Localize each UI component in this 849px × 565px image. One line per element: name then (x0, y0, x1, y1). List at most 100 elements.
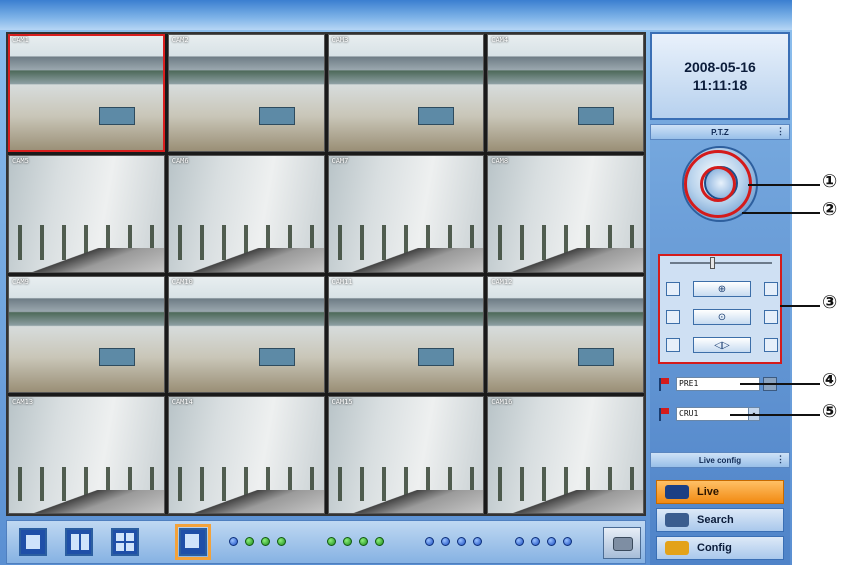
camera-view-10[interactable]: CAM10 (167, 275, 325, 394)
layout-2-button[interactable] (65, 528, 93, 556)
callout-5: ⑤ (822, 401, 838, 422)
callout-4: ④ (822, 370, 838, 391)
channel-group-1 (229, 537, 286, 546)
zoom-row: ⊕ (666, 280, 778, 298)
camera-view-4[interactable]: CAM4 (487, 34, 644, 152)
live-config-title: Live config (698, 455, 742, 465)
ptz-lens-controls: ⊕ ⊙ ◁▷ (658, 254, 782, 364)
callout-line-2 (742, 212, 820, 214)
focus-far-button[interactable] (764, 310, 778, 324)
layout-4-button[interactable] (111, 528, 139, 556)
camera-label: CAM12 (491, 277, 513, 286)
menu-dots-icon[interactable]: ⋮ (776, 126, 785, 137)
live-button[interactable]: Live (656, 480, 784, 504)
camera-label: CAM2 (171, 36, 189, 44)
channel-indicator[interactable] (277, 537, 286, 546)
channel-group-4 (515, 537, 572, 546)
channel-indicator[interactable] (375, 537, 384, 546)
camera-label: CAM1 (12, 36, 29, 44)
camera-view-12[interactable]: CAM12 (487, 275, 644, 394)
channel-group-3 (425, 537, 482, 546)
channel-indicator[interactable] (531, 537, 540, 546)
layout-pane (116, 543, 124, 551)
menu-dots-icon[interactable]: ⋮ (776, 454, 785, 465)
cruise-value: CRU1 (679, 409, 699, 418)
callout-3: ③ (822, 292, 838, 313)
zoom-button[interactable]: ⊕ (693, 281, 751, 297)
slider-handle[interactable] (710, 257, 715, 269)
camera-label: CAM16 (491, 398, 513, 407)
search-label: Search (697, 514, 734, 526)
layout-pane (71, 534, 79, 550)
camera-label: CAM3 (331, 36, 349, 44)
focus-near-button[interactable] (666, 310, 680, 324)
ptz-section-header[interactable]: P.T.Z ⋮ (650, 124, 790, 140)
focus-button[interactable]: ⊙ (693, 309, 751, 325)
zoom-in-button[interactable] (666, 282, 680, 296)
camera-view-1[interactable]: CAM1 (8, 34, 165, 152)
camera-view-11[interactable]: CAM11 (327, 275, 485, 394)
camera-view-16[interactable]: CAM16 (487, 396, 644, 514)
search-icon (665, 513, 689, 527)
camera-view-5[interactable]: CAM5 (8, 154, 165, 273)
channel-indicator[interactable] (261, 537, 270, 546)
zoom-icon: ⊕ (717, 283, 727, 295)
preset-value: PRE1 (679, 379, 699, 388)
channel-indicator[interactable] (563, 537, 572, 546)
layout-1-button[interactable] (19, 528, 47, 556)
iris-open-button[interactable] (666, 338, 680, 352)
camera-view-7[interactable]: CAM7 (327, 154, 485, 273)
iris-button[interactable]: ◁▷ (693, 337, 751, 353)
layout-pane (116, 533, 124, 541)
config-label: Config (697, 542, 732, 554)
config-button[interactable]: Config (656, 536, 784, 560)
search-button[interactable]: Search (656, 508, 784, 532)
channel-indicator[interactable] (457, 537, 466, 546)
camera-view-9[interactable]: CAM9 (8, 275, 165, 394)
camera-view-2[interactable]: CAM2 (167, 34, 325, 152)
channel-indicator[interactable] (343, 537, 352, 546)
side-panel: 2008-05-16 11:11:18 P.T.Z ⋮ ⊕ ⊙ ◁▷ PRE1 … (650, 32, 790, 565)
camera-grid: CAM1 CAM2 CAM3 CAM4 CAM5 CAM6 CAM7 CAM8 … (6, 32, 646, 516)
callout-line-5 (730, 414, 820, 416)
camera-label: CAM13 (12, 398, 34, 407)
camera-view-3[interactable]: CAM3 (327, 34, 485, 152)
title-bar (0, 0, 792, 30)
camera-view-6[interactable]: CAM6 (167, 154, 325, 273)
callout-line-3 (780, 305, 820, 307)
live-config-header[interactable]: Live config ⋮ (650, 452, 790, 468)
channel-indicator[interactable] (327, 537, 336, 546)
layout-16-button[interactable] (175, 524, 211, 560)
layout-pane (126, 543, 134, 551)
channel-indicator[interactable] (425, 537, 434, 546)
camera-label: CAM6 (171, 156, 189, 165)
camera-view-15[interactable]: CAM15 (327, 396, 485, 514)
callout-2: ② (822, 199, 838, 220)
channel-group-2 (327, 537, 384, 546)
bottom-toolbar (6, 520, 646, 564)
channel-indicator[interactable] (441, 537, 450, 546)
layout-pane (26, 535, 40, 549)
channel-indicator[interactable] (359, 537, 368, 546)
preset-flag-icon (658, 377, 672, 391)
zoom-out-button[interactable] (764, 282, 778, 296)
ptz-speed-slider[interactable] (670, 257, 772, 269)
camera-icon (665, 485, 689, 499)
channel-indicator[interactable] (229, 537, 238, 546)
camera-label: CAM11 (331, 277, 353, 286)
channel-indicator[interactable] (245, 537, 254, 546)
camera-label: CAM15 (331, 398, 353, 407)
iris-close-button[interactable] (764, 338, 778, 352)
channel-indicator[interactable] (473, 537, 482, 546)
camera-label: CAM5 (12, 156, 29, 165)
snapshot-button[interactable] (603, 527, 641, 559)
ptz-section-title: P.T.Z (711, 127, 729, 137)
camera-view-13[interactable]: CAM13 (8, 396, 165, 514)
datetime-display: 2008-05-16 11:11:18 (650, 32, 790, 120)
channel-indicator[interactable] (547, 537, 556, 546)
camera-label: CAM14 (171, 398, 193, 407)
channel-indicator[interactable] (515, 537, 524, 546)
camera-view-14[interactable]: CAM14 (167, 396, 325, 514)
cruise-flag-icon (658, 407, 672, 421)
camera-view-8[interactable]: CAM8 (487, 154, 644, 273)
